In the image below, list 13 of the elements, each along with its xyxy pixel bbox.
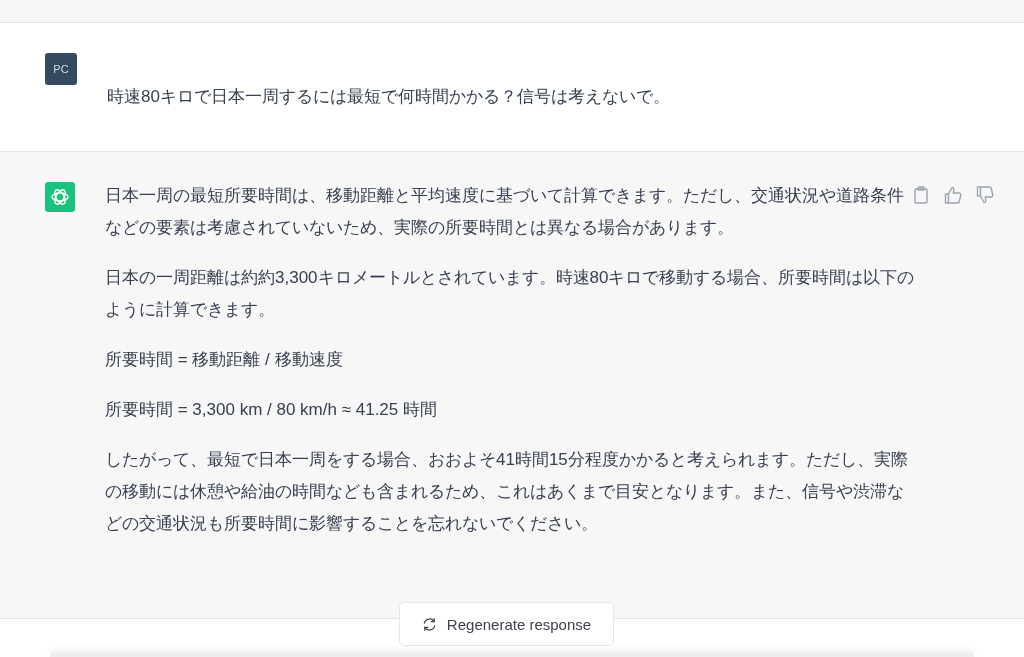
answer-paragraph: したがって、最短で日本一周をする場合、おおよそ41時間15分程度かかると考えられます。ただし、実際の移動には休憩や給油の時間なども含まれるため、これはあくまで目安となります。また、信号や渋滞などの交通状況も所要時間に影響することを忘れないでください。 bbox=[105, 449, 909, 535]
user-avatar: PC bbox=[45, 53, 77, 85]
refresh-icon bbox=[421, 616, 437, 632]
assistant-logo-icon bbox=[45, 182, 75, 212]
clipboard-icon[interactable] bbox=[912, 186, 930, 204]
thumbs-up-icon[interactable] bbox=[944, 186, 962, 204]
thumbs-down-icon[interactable] bbox=[976, 186, 994, 204]
answer-paragraph: 所要時間 = 移動距離 / 移動速度 bbox=[105, 349, 344, 371]
user-message-text: 時速80キロで日本一周するには最短で何時間かかる？信号は考えないで。 bbox=[107, 86, 671, 108]
answer-paragraph: 所要時間 = 3,300 km / 80 km/h ≈ 41.25 時間 bbox=[105, 399, 438, 421]
answer-paragraph: 日本の一周距離は約約3,300キロメートルとされています。時速80キロで移動する場合、所要時間は以下のように計算できます。 bbox=[105, 267, 915, 321]
regenerate-button[interactable]: Regenerate response bbox=[399, 602, 614, 646]
answer-paragraph: 日本一周の最短所要時間は、移動距離と平均速度に基づいて計算できます。ただし、交通状況や道路条件などの要素は考慮されていないため、実際の所要時間とは異なる場合があります。 bbox=[105, 185, 905, 239]
